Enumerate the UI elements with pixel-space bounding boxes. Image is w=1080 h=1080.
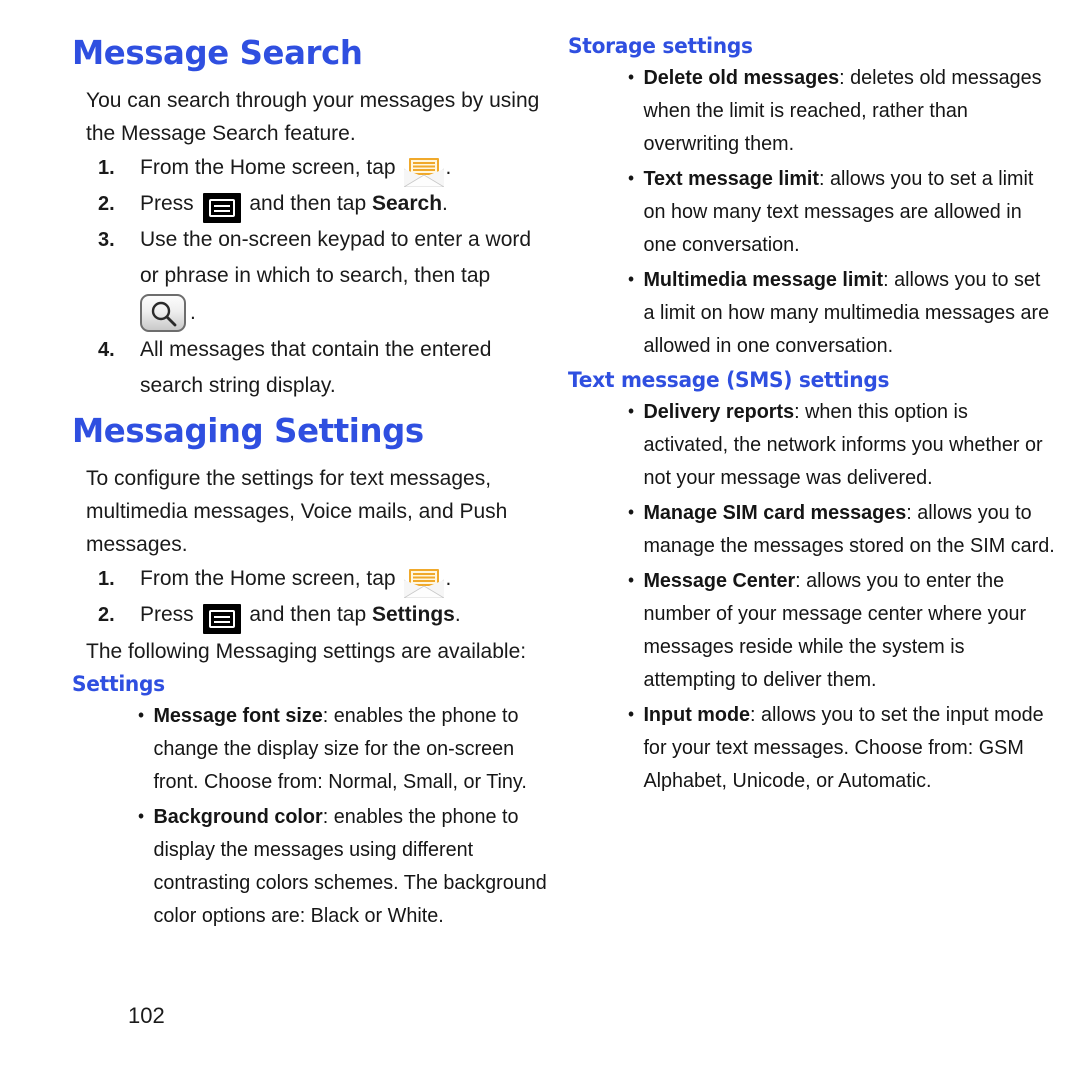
- settings-subheading: Settings: [72, 672, 165, 696]
- step-text: From the Home screen, tap: [140, 156, 396, 179]
- list-item: Text message limit: allows you to set a …: [628, 162, 1055, 261]
- messaging-settings-intro: To configure the settings for text messa…: [86, 467, 508, 556]
- bullet-term: Delete old messages: [643, 66, 840, 89]
- step-text: All messages that contain the entered se…: [140, 338, 492, 397]
- step-item: 1. From the Home screen, tap .: [98, 150, 542, 188]
- search-step-punct: .: [190, 301, 196, 324]
- page-number: 102: [128, 1003, 165, 1028]
- storage-settings-subheading: Storage settings: [568, 34, 753, 58]
- list-item: Background color: enables the phone to d…: [138, 800, 559, 932]
- step-text: Press: [140, 603, 194, 626]
- step-trailing-punct: .: [442, 192, 448, 215]
- step-number: 2.: [98, 193, 115, 215]
- step-number: 1.: [98, 568, 115, 590]
- step-item: 4. All messages that contain the entered…: [98, 332, 542, 404]
- step-trailing-punct: .: [445, 156, 452, 179]
- step-bold-label: Search: [372, 192, 443, 215]
- step-text-mid: and then tap: [249, 603, 367, 626]
- sms-settings-subheading: Text message (SMS) settings: [568, 368, 890, 392]
- list-item: Input mode: allows you to set the input …: [628, 698, 1055, 797]
- step-number: 1.: [98, 157, 115, 179]
- page-title-message-search: Message Search: [72, 33, 363, 72]
- step-item: 2. Press and then tap Settings.: [98, 597, 542, 634]
- storage-settings-bullet-list: Delete old messages: deletes old message…: [568, 61, 1049, 362]
- list-item: Message Center: allows you to enter the …: [628, 564, 1055, 696]
- right-column: Storage settings Delete old messages: de…: [568, 34, 1055, 799]
- search-button-icon[interactable]: [140, 294, 186, 332]
- bullet-term: Input mode: [643, 703, 751, 726]
- search-button-row: .: [72, 294, 542, 332]
- bullet-term: Delivery reports: [643, 400, 795, 423]
- step-trailing-punct: .: [445, 567, 452, 590]
- envelope-icon: [403, 157, 446, 188]
- left-column: Message Search You can search through yo…: [72, 33, 547, 934]
- settings-bullet-list: Message font size: enables the phone to …: [72, 699, 547, 932]
- step-item: 2. Press and then tap Search.: [98, 186, 542, 223]
- menu-key-icon: [202, 603, 241, 634]
- envelope-icon: [403, 568, 446, 599]
- step-text-mid: and then tap: [249, 192, 367, 215]
- step-trailing-punct: .: [454, 603, 461, 626]
- sms-settings-bullet-list: Delivery reports: when this option is ac…: [568, 395, 1055, 797]
- bullet-term: Message font size: [153, 704, 323, 727]
- bullet-term: Manage SIM card messages: [643, 501, 907, 524]
- manual-page: Message Search You can search through yo…: [0, 0, 1080, 1080]
- bullet-term: Text message limit: [643, 167, 819, 190]
- list-item: Message font size: enables the phone to …: [138, 699, 559, 798]
- list-item: Delivery reports: when this option is ac…: [628, 395, 1055, 494]
- menu-key-icon: [202, 192, 241, 223]
- step-bold-label: Settings: [372, 603, 455, 626]
- step-number: 3.: [98, 229, 115, 251]
- message-search-steps: 1. From the Home screen, tap . 2. Press …: [72, 150, 542, 294]
- list-item: Multimedia message limit: allows you to …: [628, 263, 1055, 362]
- list-item: Manage SIM card messages: allows you to …: [628, 496, 1055, 562]
- step-item: 1. From the Home screen, tap .: [98, 561, 542, 599]
- step-text: Use the on-screen keypad to enter a word…: [140, 228, 532, 287]
- message-search-steps-cont: 4. All messages that contain the entered…: [72, 332, 542, 404]
- step-number: 4.: [98, 339, 115, 361]
- bullet-term: Multimedia message limit: [643, 268, 884, 291]
- step-number: 2.: [98, 604, 115, 626]
- available-settings-line: The following Messaging settings are ava…: [86, 640, 527, 663]
- message-search-intro: You can search through your messages by …: [86, 89, 540, 145]
- step-text: From the Home screen, tap: [140, 567, 396, 590]
- page-title-messaging-settings: Messaging Settings: [72, 411, 424, 450]
- bullet-term: Background color: [153, 805, 323, 828]
- step-item: 3. Use the on-screen keypad to enter a w…: [98, 222, 542, 294]
- bullet-term: Message Center: [643, 569, 796, 592]
- messaging-settings-steps: 1. From the Home screen, tap . 2. Press …: [72, 561, 542, 634]
- step-text: Press: [140, 192, 194, 215]
- list-item: Delete old messages: deletes old message…: [628, 61, 1055, 160]
